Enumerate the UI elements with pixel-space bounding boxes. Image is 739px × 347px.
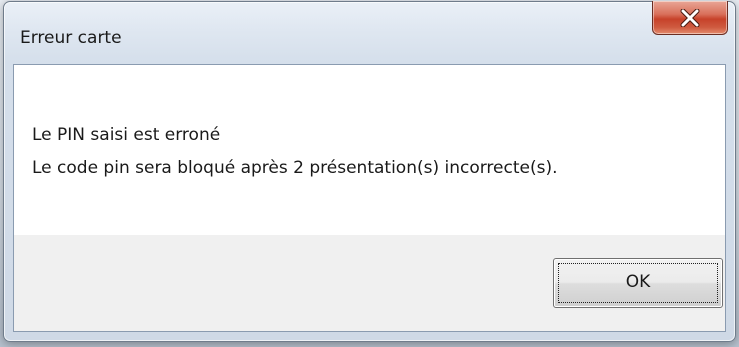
dialog-title: Erreur carte xyxy=(20,28,122,48)
title-bar[interactable]: Erreur carte xyxy=(4,1,735,60)
error-message: Le PIN saisi est erroné xyxy=(32,125,221,145)
close-icon xyxy=(680,8,700,27)
desktop-background: Erreur carte Le PIN saisi est erroné Le … xyxy=(0,0,739,347)
ok-button[interactable]: OK xyxy=(553,258,723,308)
button-area: OK xyxy=(14,235,725,331)
error-dialog: Erreur carte Le PIN saisi est erroné Le … xyxy=(3,1,736,342)
close-button[interactable] xyxy=(652,1,728,35)
dialog-client-area: Le PIN saisi est erroné Le code pin sera… xyxy=(13,64,726,332)
message-area: Le PIN saisi est erroné Le code pin sera… xyxy=(14,65,725,235)
ok-button-label: OK xyxy=(625,272,651,292)
pin-block-warning: Le code pin sera bloqué après 2 présenta… xyxy=(32,158,558,178)
